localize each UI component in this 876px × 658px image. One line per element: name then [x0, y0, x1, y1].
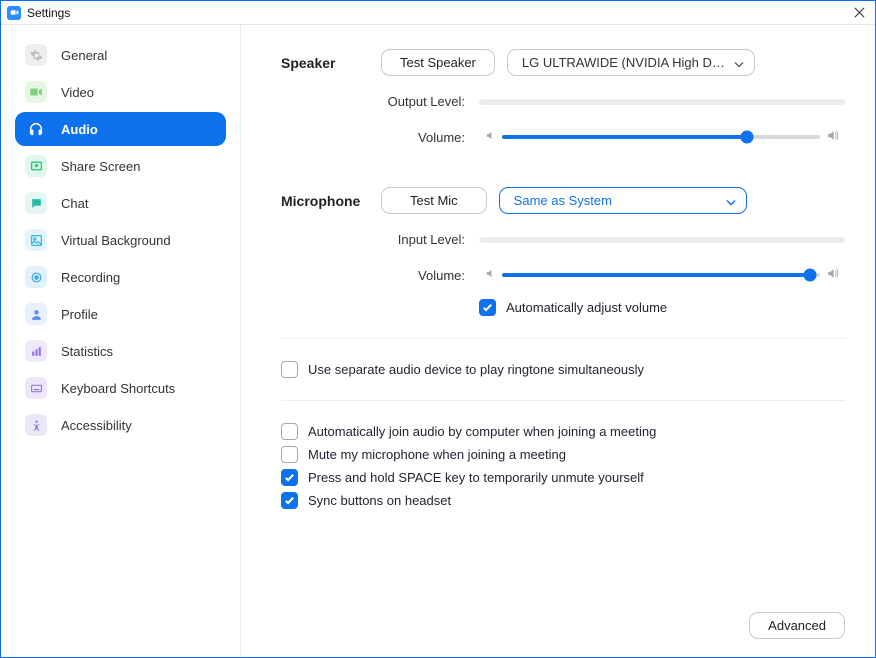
accessibility-icon: [25, 414, 47, 436]
sidebar-item-profile[interactable]: Profile: [15, 297, 226, 331]
sidebar-item-label: General: [61, 48, 107, 63]
ringtone-option: Use separate audio device to play ringto…: [281, 355, 845, 384]
divider: [281, 400, 845, 401]
input-level-row: Input Level:: [281, 232, 845, 247]
statistics-icon: [25, 340, 47, 362]
microphone-row: Microphone Test Mic Same as System: [281, 187, 845, 214]
output-level-label: Output Level:: [381, 94, 465, 109]
titlebar: Settings: [1, 1, 875, 25]
space-unmute-checkbox[interactable]: [281, 469, 298, 486]
chevron-down-icon: [734, 55, 744, 70]
video-icon: [25, 81, 47, 103]
sidebar-item-recording[interactable]: Recording: [15, 260, 226, 294]
recording-icon: [25, 266, 47, 288]
sidebar-item-video[interactable]: Video: [15, 75, 226, 109]
sidebar-item-audio[interactable]: Audio: [15, 112, 226, 146]
option-label: Sync buttons on headset: [308, 493, 451, 508]
sidebar-item-statistics[interactable]: Statistics: [15, 334, 226, 368]
sidebar-item-accessibility[interactable]: Accessibility: [15, 408, 226, 442]
sidebar-item-label: Share Screen: [61, 159, 141, 174]
volume-label: Volume:: [381, 130, 465, 145]
body: General Video Audio Share Screen: [1, 25, 875, 657]
input-level-meter: [479, 237, 845, 243]
close-icon[interactable]: [849, 3, 869, 23]
option-label: Press and hold SPACE key to temporarily …: [308, 470, 644, 485]
speaker-heading: Speaker: [281, 55, 381, 71]
auto-adjust-checkbox[interactable]: [479, 299, 496, 316]
speaker-low-icon: [485, 130, 496, 144]
window-title: Settings: [27, 6, 70, 20]
ringtone-checkbox[interactable]: [281, 361, 298, 378]
sidebar-item-share-screen[interactable]: Share Screen: [15, 149, 226, 183]
sidebar-item-label: Audio: [61, 122, 98, 137]
volume-label: Volume:: [381, 268, 465, 283]
chevron-down-icon: [726, 193, 736, 208]
option-label: Automatically join audio by computer whe…: [308, 424, 656, 439]
speaker-row: Speaker Test Speaker LG ULTRAWIDE (NVIDI…: [281, 49, 845, 76]
sidebar-item-label: Recording: [61, 270, 120, 285]
settings-window: Settings General Video: [0, 0, 876, 658]
keyboard-icon: [25, 377, 47, 399]
speaker-volume-row: Volume:: [281, 129, 845, 145]
input-level-label: Input Level:: [381, 232, 465, 247]
profile-icon: [25, 303, 47, 325]
speaker-high-icon: [826, 129, 839, 145]
sidebar-item-chat[interactable]: Chat: [15, 186, 226, 220]
test-mic-button[interactable]: Test Mic: [381, 187, 487, 214]
auto-adjust-row: Automatically adjust volume: [479, 299, 845, 316]
sidebar-item-label: Video: [61, 85, 94, 100]
output-level-meter: [479, 99, 845, 105]
speaker-volume-slider[interactable]: [502, 135, 820, 139]
gear-icon: [25, 44, 47, 66]
output-level-row: Output Level:: [281, 94, 845, 109]
sidebar-item-label: Virtual Background: [61, 233, 171, 248]
sidebar-item-general[interactable]: General: [15, 38, 226, 72]
app-icon: [7, 6, 21, 20]
sidebar-item-label: Accessibility: [61, 418, 132, 433]
sidebar-item-label: Statistics: [61, 344, 113, 359]
microphone-heading: Microphone: [281, 193, 381, 209]
microphone-device-value: Same as System: [514, 193, 612, 208]
advanced-button[interactable]: Advanced: [749, 612, 845, 639]
options-list: Automatically join audio by computer whe…: [281, 417, 845, 515]
sidebar: General Video Audio Share Screen: [1, 25, 241, 657]
share-screen-icon: [25, 155, 47, 177]
chat-icon: [25, 192, 47, 214]
sidebar-item-label: Chat: [61, 196, 88, 211]
speaker-device-value: LG ULTRAWIDE (NVIDIA High Defi...: [522, 55, 737, 70]
speaker-low-icon: [485, 268, 496, 282]
auto-adjust-label: Automatically adjust volume: [506, 300, 667, 315]
test-speaker-button[interactable]: Test Speaker: [381, 49, 495, 76]
sidebar-item-keyboard-shortcuts[interactable]: Keyboard Shortcuts: [15, 371, 226, 405]
speaker-select[interactable]: LG ULTRAWIDE (NVIDIA High Defi...: [507, 49, 755, 76]
sidebar-item-label: Profile: [61, 307, 98, 322]
mic-volume-slider[interactable]: [502, 273, 820, 277]
option-label: Mute my microphone when joining a meetin…: [308, 447, 566, 462]
auto-join-checkbox[interactable]: [281, 423, 298, 440]
mic-volume-row: Volume:: [281, 267, 845, 283]
ringtone-label: Use separate audio device to play ringto…: [308, 362, 644, 377]
main-panel: Speaker Test Speaker LG ULTRAWIDE (NVIDI…: [241, 25, 875, 657]
divider: [281, 338, 845, 339]
sidebar-item-label: Keyboard Shortcuts: [61, 381, 175, 396]
sync-headset-checkbox[interactable]: [281, 492, 298, 509]
virtual-bg-icon: [25, 229, 47, 251]
headphones-icon: [25, 118, 47, 140]
microphone-select[interactable]: Same as System: [499, 187, 747, 214]
mute-on-join-checkbox[interactable]: [281, 446, 298, 463]
speaker-high-icon: [826, 267, 839, 283]
sidebar-item-virtual-background[interactable]: Virtual Background: [15, 223, 226, 257]
